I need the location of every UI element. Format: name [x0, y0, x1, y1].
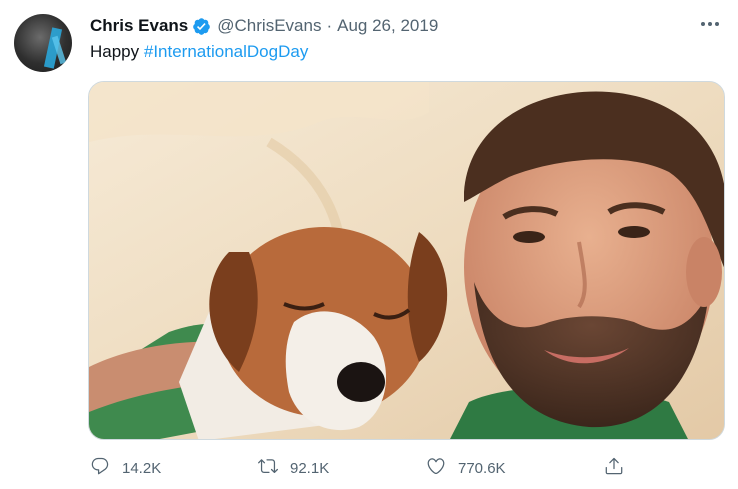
retweet-count: 92.1K	[290, 459, 330, 477]
separator-dot: ·	[326, 16, 333, 35]
reply-button[interactable]: 14.2K	[90, 452, 161, 484]
tweet-header: Chris Evans @ChrisEvans · Aug 26, 2019	[90, 15, 438, 37]
avatar[interactable]	[14, 14, 72, 72]
reply-count: 14.2K	[122, 459, 162, 477]
photo-illustration	[89, 82, 724, 439]
tweet-photo[interactable]	[88, 81, 725, 440]
more-options-icon[interactable]	[696, 12, 724, 36]
tweet-date[interactable]: Aug 26, 2019	[337, 16, 438, 36]
author-handle[interactable]: @ChrisEvans	[217, 16, 321, 36]
hashtag-link[interactable]: #InternationalDogDay	[144, 42, 308, 61]
share-button[interactable]	[604, 452, 624, 484]
retweet-button[interactable]: 92.1K	[258, 452, 329, 484]
tweet-actions: 14.2K 92.1K 770.6K	[90, 452, 630, 484]
author-name[interactable]: Chris Evans	[90, 16, 188, 36]
like-button[interactable]: 770.6K	[426, 452, 506, 484]
like-count: 770.6K	[458, 459, 506, 477]
retweet-icon	[258, 456, 278, 480]
tweet-text: Happy #InternationalDogDay	[90, 42, 308, 62]
verified-badge-icon	[192, 17, 211, 36]
tweet-text-prefix: Happy	[90, 42, 144, 61]
share-icon	[604, 456, 624, 480]
reply-icon	[90, 456, 110, 480]
heart-icon	[426, 456, 446, 480]
